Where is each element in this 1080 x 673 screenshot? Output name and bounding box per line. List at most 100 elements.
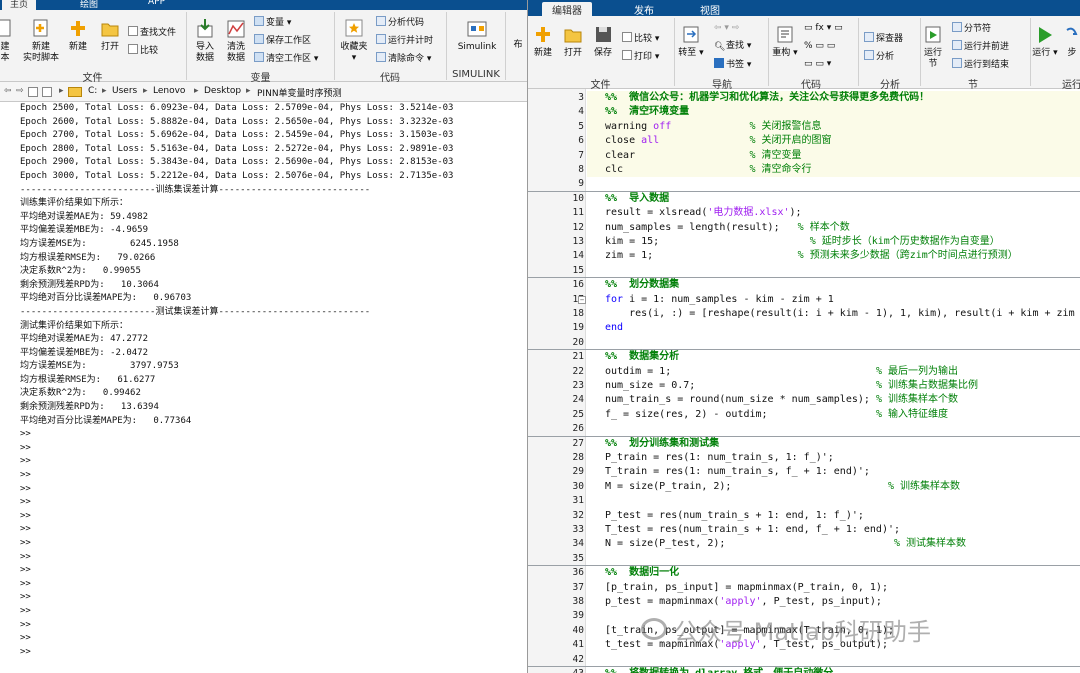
code-tools-row1[interactable]: ▭ fx ▾ ▭ xyxy=(804,22,843,34)
code-line[interactable]: 24 num_train_s = round(num_size * num_sam… xyxy=(528,393,1080,407)
code-line[interactable]: 19 end xyxy=(528,321,1080,335)
new-live-script-button[interactable]: 新建 实时脚本 xyxy=(22,18,60,64)
code-line[interactable]: 25 f_ = size(res, 2) - outdim; % 输入特征维度 xyxy=(528,408,1080,422)
save-workspace-button[interactable]: 保存工作区 xyxy=(254,34,311,47)
code-line[interactable]: 28 P_train = res(1: num_train_s, 1: f_)'; xyxy=(528,451,1080,465)
path-segment[interactable]: Users xyxy=(112,86,137,96)
profiler-button[interactable]: 探查器 xyxy=(864,32,903,45)
code-line[interactable]: 26 xyxy=(528,422,1080,436)
editor-compare-button[interactable]: 比较 ▾ xyxy=(622,32,659,45)
section-break-button[interactable]: 分节符 xyxy=(952,22,991,35)
editor-new-button[interactable]: 新建 xyxy=(530,24,556,59)
line-number: 7 xyxy=(578,149,584,161)
tab-home[interactable]: 主页 xyxy=(2,0,37,10)
find-files-button[interactable]: 查找文件 xyxy=(128,26,176,39)
code-line[interactable]: 18 res(i, :) = [reshape(result(i: i + ki… xyxy=(528,307,1080,321)
run-advance-button[interactable]: 运行并前进 xyxy=(952,40,1009,53)
clean-data-button[interactable]: 清洗 数据 xyxy=(222,18,250,64)
command-window[interactable]: Epoch 2500, Total Loss: 6.0923e-04, Data… xyxy=(0,102,527,673)
console-line: >> xyxy=(20,565,31,576)
path-drive[interactable]: C: xyxy=(88,86,97,96)
code-line[interactable]: 36 %% 数据归一化 xyxy=(528,566,1080,580)
code-line[interactable]: 23 num_size = 0.7; % 训练集占数据集比例 xyxy=(528,379,1080,393)
find-button[interactable]: 🔍︎查找 ▾ xyxy=(714,40,751,52)
code-line[interactable]: 16 %% 划分数据集 xyxy=(528,278,1080,292)
code-line[interactable]: 17 for i = 1: num_samples - kim - zim + 1… xyxy=(528,293,1080,307)
run-to-end-button[interactable]: 运行到结束 xyxy=(952,58,1009,71)
goto-button[interactable]: 转至 ▾ xyxy=(678,24,704,59)
star-icon xyxy=(345,19,363,37)
back-arrow-icon[interactable]: ⇦ xyxy=(4,86,12,96)
editor-save-button[interactable]: 保存 xyxy=(590,24,616,59)
nav-back-forward[interactable]: ⇦ ▾ ⇨ xyxy=(714,22,739,34)
fold-toggle-icon[interactable]: − xyxy=(578,295,586,304)
code-line[interactable]: 7 clear % 清空变量 xyxy=(528,149,1080,163)
code-line[interactable]: 6 close all % 关闭开启的图窗 xyxy=(528,134,1080,148)
layout-button[interactable]: 布 xyxy=(508,40,527,51)
code-line[interactable]: 15 xyxy=(528,264,1080,278)
code-line[interactable]: 12 num_samples = length(result); % 样本个数 xyxy=(528,221,1080,235)
clear-workspace-button[interactable]: 清空工作区 ▾ xyxy=(254,52,318,65)
code-line[interactable]: 33 T_test = res(num_train_s + 1: end, f_ … xyxy=(528,523,1080,537)
favorites-button[interactable]: 收藏夹 ▾ xyxy=(338,18,370,64)
path-segment[interactable]: Lenovo xyxy=(153,86,185,96)
code-tools-row3[interactable]: ▭ ▭ ▾ xyxy=(804,58,831,70)
code-line[interactable]: 11 result = xlsread('电力数据.xlsx'); xyxy=(528,206,1080,220)
code-line[interactable]: 31 xyxy=(528,494,1080,508)
code-line[interactable]: 35 xyxy=(528,552,1080,566)
tab-editor[interactable]: 编辑器 xyxy=(542,2,592,17)
tab-view[interactable]: 视图 xyxy=(690,2,730,17)
analyze-button[interactable]: 分析 xyxy=(864,50,894,63)
code-line[interactable]: 5 warning off % 关闭报警信息 xyxy=(528,120,1080,134)
variable-menu-button[interactable]: 变量 ▾ xyxy=(254,16,291,29)
line-number: 9 xyxy=(578,178,584,190)
code-line[interactable]: 10 %% 导入数据 xyxy=(528,192,1080,206)
import-data-button[interactable]: 导入 数据 xyxy=(190,18,220,64)
tab-plots[interactable]: 绘图 xyxy=(72,0,106,10)
code-line[interactable]: 21 %% 数据集分析 xyxy=(528,350,1080,364)
up-folder-icon[interactable] xyxy=(28,87,38,97)
code-editor[interactable]: 3 %% 微信公众号：机器学习和优化算法，关注公众号获得更多免费代码！ 4 %% 清空… xyxy=(528,89,1080,673)
code-line[interactable]: 9 xyxy=(528,177,1080,191)
code-line[interactable]: 34 N = size(P_test, 2); % 测试集样本数 xyxy=(528,537,1080,551)
compare-button[interactable]: 比较 xyxy=(128,44,158,57)
code-line[interactable]: 43 %% 将数据转换为 dlarray 格式，便于自动微分 xyxy=(528,667,1080,673)
editor-print-button[interactable]: 打印 ▾ xyxy=(622,50,659,63)
tab-apps[interactable]: APP xyxy=(140,0,173,10)
run-and-time-button[interactable]: 运行并计时 xyxy=(376,34,433,47)
bookmark-button[interactable]: 书签 ▾ xyxy=(714,58,751,71)
save-icon xyxy=(596,27,611,42)
browse-folder-icon[interactable] xyxy=(42,87,52,97)
code-line[interactable]: 8 clc % 清空命令行 xyxy=(528,163,1080,177)
refactor-button[interactable]: 重构 ▾ xyxy=(772,24,798,59)
new-button[interactable]: 新建 xyxy=(63,18,93,53)
code-line[interactable]: 29 T_train = res(1: num_train_s, f_ + 1: … xyxy=(528,465,1080,479)
console-line: >> xyxy=(20,497,31,508)
code-line[interactable]: 27 %% 划分训练集和测试集 xyxy=(528,437,1080,451)
step-button[interactable]: 步 xyxy=(1062,24,1080,59)
new-script-button[interactable]: 建 本 xyxy=(0,18,14,64)
code-line[interactable]: 42 xyxy=(528,653,1080,667)
code-tools-row2[interactable]: % ▭ ▭ xyxy=(804,40,835,52)
code-line[interactable]: 30 M = size(P_train, 2); % 训练集样本数 xyxy=(528,480,1080,494)
analyze-code-button[interactable]: 分析代码 xyxy=(376,16,424,29)
code-line[interactable]: 22 outdim = 1; % 最后一列为输出 xyxy=(528,365,1080,379)
run-button[interactable]: 运行 ▾ xyxy=(1032,24,1058,59)
forward-arrow-icon[interactable]: ⇨ xyxy=(16,86,24,96)
code-line[interactable]: 13 kim = 15; % 延时步长（kim个历史数据作为自变量） xyxy=(528,235,1080,249)
path-segment[interactable]: Desktop xyxy=(204,86,241,96)
simulink-button[interactable]: Simulink xyxy=(452,18,502,53)
code-line[interactable]: 37 [p_train, ps_input] = mapminmax(P_trai… xyxy=(528,581,1080,595)
path-segment[interactable]: PINN单变量时序预测 xyxy=(257,86,342,99)
code-line[interactable]: 32 P_test = res(num_train_s + 1: end, 1: … xyxy=(528,509,1080,523)
editor-open-button[interactable]: 打开 xyxy=(560,24,586,59)
code-line[interactable]: 14 zim = 1; % 预测未来多少数据（跨zim个时间点进行预测） xyxy=(528,249,1080,263)
code-line[interactable]: 20 xyxy=(528,336,1080,350)
run-section-button[interactable]: 运行 节 xyxy=(920,24,946,70)
code-line[interactable]: 38 p_test = mapminmax('apply', P_test, ps… xyxy=(528,595,1080,609)
code-line[interactable]: 3 %% 微信公众号：机器学习和优化算法，关注公众号获得更多免费代码！ xyxy=(528,91,1080,105)
clear-commands-button[interactable]: 清除命令 ▾ xyxy=(376,52,431,65)
code-line[interactable]: 4 %% 清空环境变量 xyxy=(528,105,1080,119)
tab-publish[interactable]: 发布 xyxy=(624,2,664,17)
open-button[interactable]: 打开 xyxy=(97,18,123,53)
